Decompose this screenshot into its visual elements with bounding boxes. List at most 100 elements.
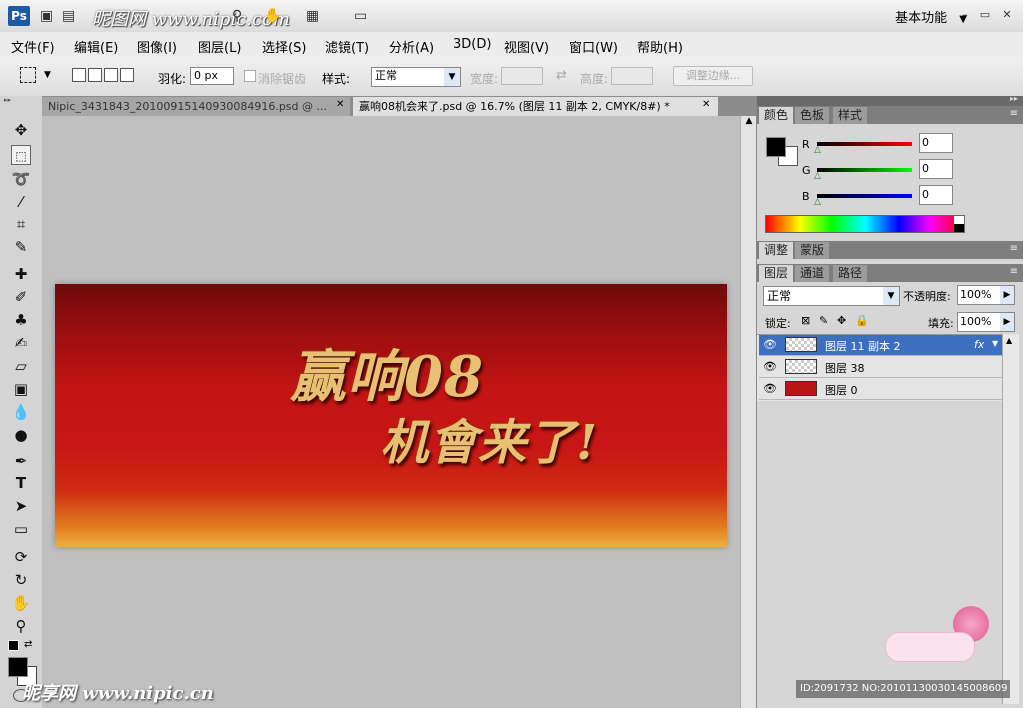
lock-pixels-icon[interactable]: ✎ — [819, 314, 828, 327]
zoom-icon[interactable]: ⚲ — [232, 7, 242, 25]
menu-help[interactable]: 帮助(H) — [637, 37, 683, 56]
crop-tool-icon[interactable]: ⌗ — [11, 214, 31, 234]
layer-row[interactable]: 👁 图层 0 — [759, 379, 1002, 400]
hand-rotate-icon[interactable]: ✋ — [264, 7, 281, 25]
history-brush-tool-icon[interactable]: ✍ — [11, 333, 31, 353]
document-tab-active[interactable]: 赢响08机会来了.psd @ 16.7% (图层 11 副本 2, CMYK/8… — [353, 97, 718, 116]
menu-file[interactable]: 文件(F) — [11, 37, 55, 56]
intersect-selection-icon[interactable] — [120, 68, 134, 82]
menu-3d[interactable]: 3D(D) — [453, 37, 491, 52]
marquee-tool-icon[interactable]: ⬚ — [11, 145, 31, 165]
dodge-tool-icon[interactable]: ● — [11, 425, 31, 445]
swap-colors-icon[interactable]: ⇄ — [24, 639, 32, 650]
3d-rotate-tool-icon[interactable]: ⟳ — [11, 547, 31, 567]
blur-tool-icon[interactable]: 💧 — [11, 402, 31, 422]
height-input[interactable] — [611, 67, 653, 85]
shape-tool-icon[interactable]: ▭ — [11, 519, 31, 539]
pen-tool-icon[interactable]: ✒ — [11, 451, 31, 471]
panel-dock-header[interactable]: ▸▸ — [757, 94, 1023, 106]
color-ramp[interactable] — [765, 215, 965, 233]
lasso-tool-icon[interactable]: ➰ — [11, 169, 31, 189]
b-slider[interactable] — [817, 194, 912, 198]
tab-styles[interactable]: 样式 — [833, 107, 868, 124]
slider-handle-icon[interactable]: △ — [814, 171, 821, 181]
screen-mode-icon[interactable]: ▭ — [354, 7, 367, 25]
slider-handle-icon[interactable]: △ — [814, 145, 821, 155]
r-input[interactable]: 0 — [919, 133, 953, 153]
tab-color[interactable]: 颜色 — [759, 107, 794, 124]
path-selection-tool-icon[interactable]: ➤ — [11, 496, 31, 516]
type-tool-icon[interactable]: T — [11, 473, 31, 493]
lock-transparent-icon[interactable]: ⊠ — [801, 314, 810, 327]
document-tab-inactive[interactable]: Nipic_3431843_20100915140930084916.psd @… — [42, 97, 350, 116]
b-input[interactable]: 0 — [919, 185, 953, 205]
layer-name[interactable]: 图层 38 — [825, 360, 865, 376]
layer-name[interactable]: 图层 0 — [825, 382, 858, 398]
default-colors-icon[interactable] — [8, 640, 19, 651]
tab-close-icon[interactable]: ✕ — [336, 99, 344, 110]
workspace-switcher[interactable]: 基本功能 ▼ — [895, 7, 967, 26]
marquee-tool-preset-icon[interactable] — [20, 67, 36, 83]
lock-all-icon[interactable]: 🔒 — [855, 314, 869, 327]
panel-menu-icon[interactable]: ≡ — [1010, 243, 1018, 254]
eyedropper-tool-icon[interactable]: ✎ — [11, 237, 31, 257]
clone-stamp-tool-icon[interactable]: ♣ — [11, 310, 31, 330]
collapse-panels-icon[interactable]: ▸▸ — [1010, 94, 1018, 103]
menu-view[interactable]: 视图(V) — [504, 37, 549, 56]
close-button[interactable]: ✕ — [1000, 8, 1014, 22]
brush-tool-icon[interactable]: ✐ — [11, 287, 31, 307]
blend-mode-select[interactable]: 正常 ▼ — [763, 286, 900, 306]
eraser-tool-icon[interactable]: ▱ — [11, 356, 31, 376]
vertical-scrollbar[interactable]: ▲ — [740, 116, 757, 708]
menu-select[interactable]: 选择(S) — [262, 37, 306, 56]
minibridge-icon[interactable]: ▤ — [62, 7, 75, 25]
menu-layer[interactable]: 图层(L) — [198, 37, 241, 56]
tab-channels[interactable]: 通道 — [795, 265, 830, 282]
scroll-up-icon[interactable]: ▲ — [1006, 336, 1012, 345]
layer-name[interactable]: 图层 11 副本 2 — [825, 338, 901, 354]
magic-wand-tool-icon[interactable]: ⁄ — [11, 192, 31, 212]
hand-tool-icon[interactable]: ✋ — [11, 593, 31, 613]
chevron-down-icon[interactable]: ▼ — [992, 339, 998, 348]
color-panel-foreground-swatch[interactable] — [766, 137, 786, 157]
minimize-button[interactable]: – — [958, 8, 972, 22]
scroll-up-icon[interactable]: ▲ — [742, 116, 756, 130]
3d-orbit-tool-icon[interactable]: ↻ — [11, 570, 31, 590]
opacity-input[interactable]: 100% ▶ — [957, 285, 1015, 305]
fill-input[interactable]: 100% ▶ — [957, 312, 1015, 332]
visibility-eye-icon[interactable]: 👁 — [763, 382, 777, 396]
style-select[interactable]: 正常 ▼ — [371, 67, 461, 87]
width-input[interactable] — [501, 67, 543, 85]
collapse-icon[interactable]: ▸▸ — [4, 96, 38, 104]
layer-effects-icon[interactable]: fx — [974, 338, 984, 351]
subtract-selection-icon[interactable] — [104, 68, 118, 82]
healing-brush-tool-icon[interactable]: ✚ — [11, 264, 31, 284]
antialias-checkbox[interactable] — [244, 70, 256, 82]
tab-swatches[interactable]: 色板 — [795, 107, 830, 124]
ramp-black-white[interactable] — [954, 216, 964, 232]
layer-row[interactable]: 👁 图层 11 副本 2 fx ▼ — [759, 335, 1002, 356]
tab-masks[interactable]: 蒙版 — [795, 242, 830, 259]
layer-row[interactable]: 👁 图层 38 — [759, 357, 1002, 378]
tab-adjustments[interactable]: 调整 — [759, 242, 794, 259]
new-selection-icon[interactable] — [72, 68, 86, 82]
panel-menu-icon[interactable]: ≡ — [1010, 266, 1018, 277]
foreground-color-swatch[interactable] — [8, 657, 28, 677]
arrange-documents-icon[interactable]: ▦ — [306, 7, 319, 25]
tab-close-icon[interactable]: ✕ — [702, 99, 710, 110]
g-input[interactable]: 0 — [919, 159, 953, 179]
menu-filter[interactable]: 滤镜(T) — [325, 37, 369, 56]
tab-layers[interactable]: 图层 — [759, 265, 794, 282]
visibility-eye-icon[interactable]: 👁 — [763, 338, 777, 352]
move-tool-icon[interactable]: ✥ — [11, 120, 31, 140]
lock-position-icon[interactable]: ✥ — [837, 314, 846, 327]
visibility-eye-icon[interactable]: 👁 — [763, 360, 777, 374]
tab-paths[interactable]: 路径 — [833, 265, 868, 282]
gradient-tool-icon[interactable]: ▣ — [11, 379, 31, 399]
feather-input[interactable]: 0 px — [190, 67, 234, 85]
add-selection-icon[interactable] — [88, 68, 102, 82]
panel-menu-icon[interactable]: ≡ — [1010, 108, 1018, 119]
refine-edge-button[interactable]: 调整边缘... — [673, 66, 753, 86]
menu-image[interactable]: 图像(I) — [137, 37, 177, 56]
menu-analysis[interactable]: 分析(A) — [389, 37, 434, 56]
